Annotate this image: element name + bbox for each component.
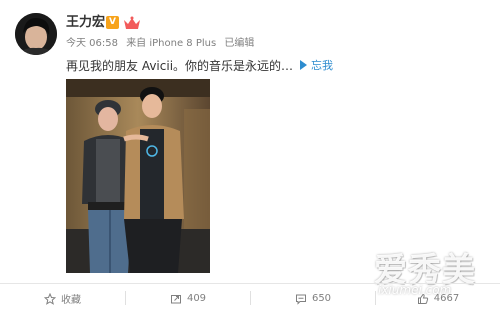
comment-button[interactable]: 650 — [251, 284, 375, 313]
username[interactable]: 王力宏 — [66, 15, 105, 31]
like-button[interactable]: 4667 — [376, 284, 500, 313]
thumbs-up-icon — [417, 293, 428, 304]
music-link-label: 忘我 — [311, 59, 333, 72]
repost-count: 409 — [186, 293, 207, 304]
favorite-label: 收藏 — [61, 295, 81, 306]
like-count: 4667 — [433, 293, 460, 304]
post-meta: 今天 06:58 来自 iPhone 8 Plus 已编辑 — [66, 38, 259, 50]
weibo-post-card: 王力宏 V 今天 06:58 来自 iPhone 8 Plus 已编辑 再见我的… — [0, 0, 500, 313]
music-link[interactable]: 忘我 — [300, 58, 333, 74]
post-photo[interactable] — [66, 79, 210, 273]
repost-button[interactable]: 409 — [126, 284, 250, 313]
verified-badge: V — [106, 16, 119, 29]
post-source: 来自 iPhone 8 Plus — [126, 38, 217, 49]
member-crown-icon — [123, 15, 141, 29]
play-icon — [300, 60, 307, 70]
star-icon — [44, 292, 56, 305]
edited-label[interactable]: 已编辑 — [224, 38, 254, 49]
favorite-button[interactable]: 收藏 — [0, 284, 125, 313]
repost-icon — [170, 294, 181, 303]
comment-count: 650 — [311, 293, 332, 304]
post-time[interactable]: 今天 06:58 — [66, 38, 118, 49]
post-text: 再见我的朋友 Avicii。你的音乐是永远的… — [66, 59, 294, 73]
avatar[interactable] — [15, 13, 57, 55]
comment-icon — [295, 294, 306, 305]
